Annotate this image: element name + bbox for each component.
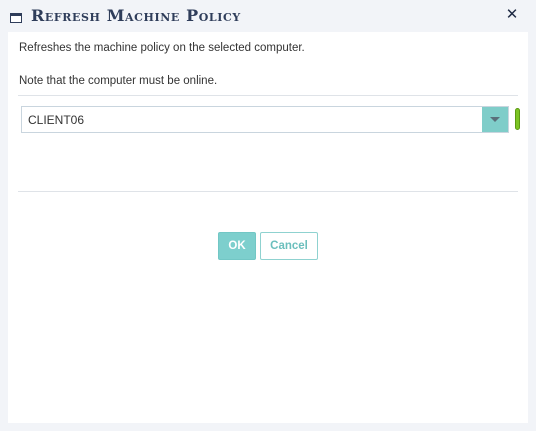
cancel-button[interactable]: Cancel (260, 232, 318, 260)
close-icon[interactable]: ✕ (504, 7, 520, 23)
chevron-down-icon[interactable] (482, 107, 508, 132)
computer-select[interactable]: CLIENT06 (21, 106, 509, 133)
note-text: Note that the computer must be online. (19, 75, 218, 87)
divider (18, 191, 518, 192)
dialog-titlebar: Refresh Machine Policy ✕ (0, 0, 536, 32)
window-icon (10, 10, 22, 23)
online-status-indicator (515, 108, 520, 130)
computer-select-value: CLIENT06 (28, 113, 85, 127)
refresh-machine-policy-dialog: Refresh Machine Policy ✕ Refreshes the m… (0, 0, 536, 431)
dialog-content: Refreshes the machine policy on the sele… (8, 32, 528, 423)
dialog-title: Refresh Machine Policy (31, 6, 241, 25)
ok-button[interactable]: OK (218, 232, 256, 260)
description-text: Refreshes the machine policy on the sele… (19, 42, 305, 54)
divider (18, 95, 518, 96)
